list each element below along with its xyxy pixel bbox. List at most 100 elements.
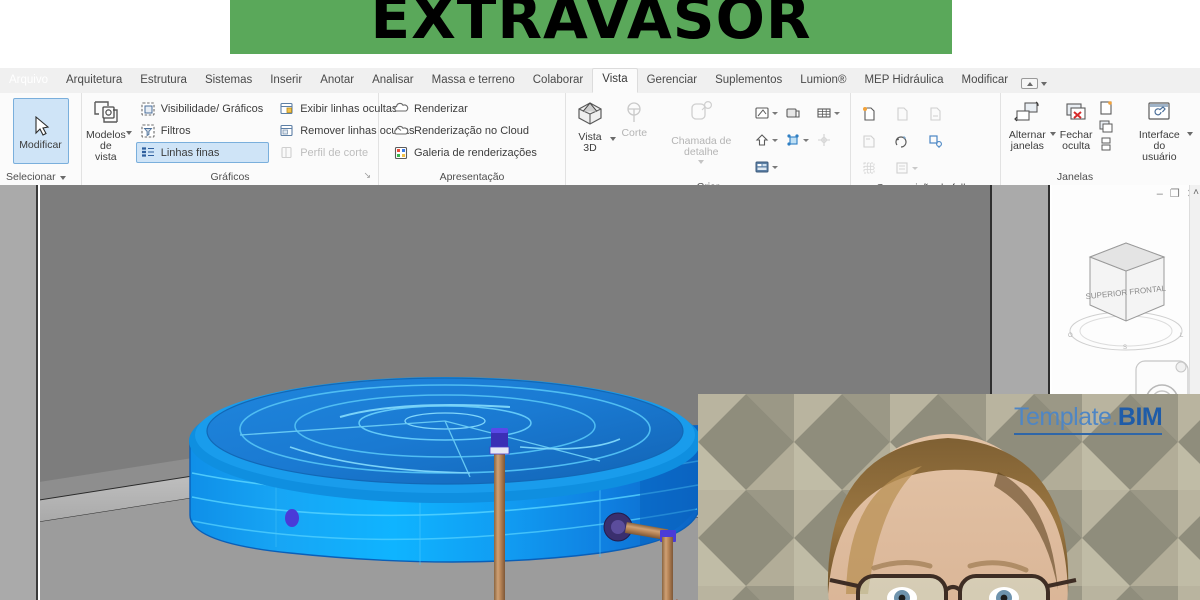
legend-button[interactable]	[816, 127, 846, 153]
elevation-dropdown-icon[interactable]	[772, 139, 778, 142]
graficos-panel-label: Gráficos	[210, 171, 249, 183]
ribbon-collapse-control[interactable]	[1021, 78, 1047, 93]
tab-sistemas[interactable]: Sistemas	[196, 69, 261, 93]
ribbon-minimize-dropdown-icon[interactable]	[1041, 82, 1047, 86]
galeria-de-renderizacoes-button[interactable]: Galeria de renderizações	[389, 142, 543, 163]
cascade-icon[interactable]	[1098, 118, 1114, 134]
legend-icon	[816, 132, 832, 148]
corte-label: Corte	[621, 128, 647, 139]
schedules-button[interactable]	[816, 100, 846, 126]
collapsed-left-panel[interactable]	[0, 185, 38, 600]
tab-vista[interactable]: Vista	[592, 68, 637, 93]
scroll-up-icon[interactable]: ˄	[1193, 187, 1199, 198]
linhas-finas-button[interactable]: Linhas finas	[136, 142, 270, 163]
plan-views-button[interactable]	[785, 127, 815, 153]
user-interface-small-icon[interactable]	[1098, 100, 1114, 116]
title-block-icon	[927, 106, 943, 122]
chamada-de-detalhe-button[interactable]: Chamada de detalhe	[653, 98, 750, 164]
ribbon-minimize-icon[interactable]	[1021, 78, 1038, 89]
cut-profile-icon	[279, 145, 295, 161]
tile-icon[interactable]	[1098, 136, 1114, 152]
compass-label-s: S	[1123, 345, 1127, 351]
tab-estrutura[interactable]: Estrutura	[131, 69, 196, 93]
minimize-icon[interactable]: –	[1157, 189, 1163, 200]
scope-box-button[interactable]	[754, 154, 784, 180]
new-sheet-icon	[861, 106, 877, 122]
interface-do-usuario-button[interactable]: Interface do usuário	[1132, 98, 1187, 163]
filtros-button[interactable]: Filtros	[136, 120, 270, 141]
vista-3d-button[interactable]: Vista 3D	[570, 98, 610, 154]
viewports-button[interactable]	[894, 155, 926, 181]
tab-modificar[interactable]: Modificar	[952, 69, 1017, 93]
revisions-button[interactable]	[894, 128, 926, 154]
revisions-icon	[894, 133, 910, 149]
renderizar-button[interactable]: Renderizar	[389, 98, 543, 119]
section-icon	[621, 100, 647, 126]
tab-mep-hidraulica[interactable]: MEP Hidráulica	[855, 69, 952, 93]
new-sheet-button[interactable]	[861, 101, 893, 127]
switch-windows-icon	[1013, 100, 1041, 128]
tab-arquivo[interactable]: Arquivo	[0, 69, 57, 93]
panel-criar: Vista 3D Corte	[566, 93, 851, 185]
alternar-janelas-button[interactable]: Alternar janelas	[1005, 98, 1050, 152]
placeholder-sheet-button[interactable]	[861, 128, 893, 154]
title-banner: EXTRAVASOR	[230, 0, 952, 54]
fechar-oculta-button[interactable]: Fechar oculta	[1056, 98, 1097, 152]
modificar-button[interactable]: Modificar	[13, 98, 69, 164]
tab-massa-e-terreno[interactable]: Massa e terreno	[423, 69, 524, 93]
tab-analisar[interactable]: Analisar	[363, 69, 423, 93]
drafting-view-dropdown-icon[interactable]	[772, 112, 778, 115]
corte-button[interactable]: Corte	[616, 98, 653, 139]
cursor-arrow-icon	[30, 114, 52, 138]
selecionar-dropdown-icon[interactable]	[60, 176, 66, 180]
plan-views-dropdown-icon[interactable]	[803, 139, 809, 142]
galeria-de-renderizacoes-label: Galeria de renderizações	[414, 147, 537, 159]
plan-views-icon	[785, 132, 801, 148]
drafting-view-button[interactable]	[754, 100, 784, 126]
application-window: EXTRAVASOR Arquivo Arquitetura Estrutura…	[0, 0, 1200, 600]
schedules-dropdown-icon[interactable]	[834, 112, 840, 115]
matchline-icon	[861, 160, 877, 176]
visibility-graphics-icon	[140, 101, 156, 117]
interface-do-usuario-dropdown-icon[interactable]	[1187, 132, 1193, 136]
duplicate-view-icon	[785, 105, 801, 121]
panel-graficos: Modelos de vista Visibilidade/ Gráficos	[82, 93, 379, 185]
ribbon: Arquivo Arquitetura Estrutura Sistemas I…	[0, 68, 1200, 185]
visibilidade-graficos-label: Visibilidade/ Gráficos	[161, 103, 264, 115]
tab-anotar[interactable]: Anotar	[311, 69, 363, 93]
linhas-finas-label: Linhas finas	[161, 147, 220, 159]
renderizacao-no-cloud-label: Renderização no Cloud	[414, 125, 529, 137]
restore-icon[interactable]: ❐	[1170, 189, 1180, 200]
tab-gerenciar[interactable]: Gerenciar	[638, 69, 707, 93]
visibilidade-graficos-button[interactable]: Visibilidade/ Gráficos	[136, 98, 270, 119]
view-on-sheet-button[interactable]	[894, 101, 926, 127]
remove-hidden-lines-icon	[279, 123, 295, 139]
duplicate-view-button[interactable]	[785, 100, 815, 126]
tab-lumion[interactable]: Lumion®	[791, 69, 855, 93]
webcam-overlay: Template.BIM	[698, 394, 1200, 600]
callout-icon	[684, 100, 718, 134]
cloud-render-icon	[393, 123, 409, 139]
tab-arquitetura[interactable]: Arquitetura	[57, 69, 131, 93]
elevation-button[interactable]	[754, 127, 784, 153]
graficos-dialog-launcher-icon[interactable]: ↘	[363, 168, 371, 183]
compass-label-o: O	[1068, 333, 1073, 339]
filters-icon	[140, 123, 156, 139]
tab-inserir[interactable]: Inserir	[261, 69, 311, 93]
vista-3d-label-2: 3D	[583, 142, 596, 154]
matchline-button[interactable]	[861, 155, 893, 181]
scope-box-dropdown-icon[interactable]	[772, 166, 778, 169]
chamada-de-detalhe-label: Chamada de detalhe	[653, 136, 750, 158]
guide-grid-button[interactable]	[927, 128, 959, 154]
schedules-icon	[816, 105, 832, 121]
viewports-dropdown-icon[interactable]	[912, 167, 918, 170]
template-bim-logo: Template.BIM	[1014, 403, 1162, 435]
renderizacao-no-cloud-button[interactable]: Renderização no Cloud	[389, 120, 543, 141]
title-block-button[interactable]	[927, 101, 959, 127]
modelos-de-vista-button[interactable]: Modelos de vista	[86, 96, 126, 163]
chamada-de-detalhe-dropdown-icon[interactable]	[698, 160, 704, 164]
viewports-icon	[894, 160, 910, 176]
tab-suplementos[interactable]: Suplementos	[706, 69, 791, 93]
modelos-de-vista-dropdown-icon[interactable]	[126, 131, 132, 135]
tab-colaborar[interactable]: Colaborar	[524, 69, 593, 93]
